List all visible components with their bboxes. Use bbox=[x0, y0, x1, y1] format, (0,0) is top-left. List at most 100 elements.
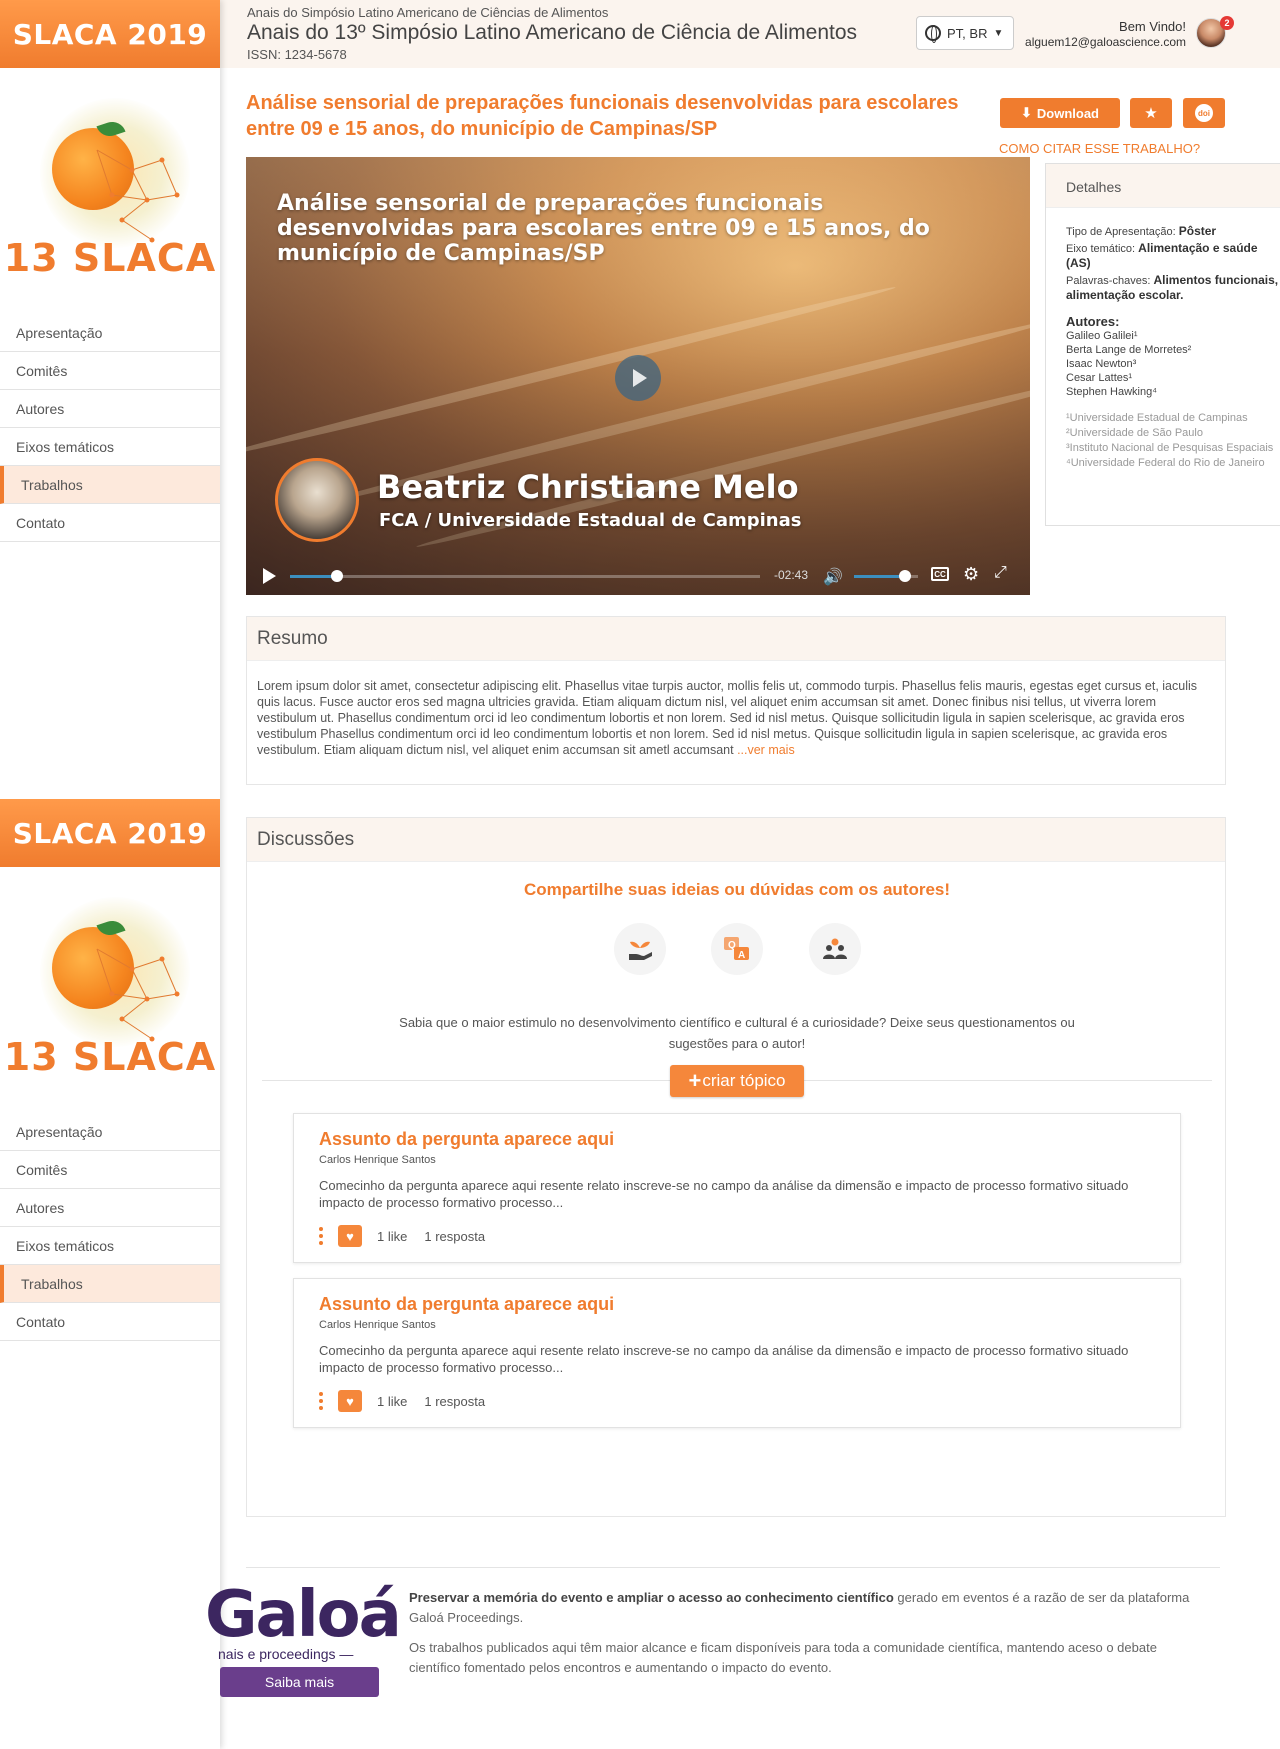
more-options-icon[interactable] bbox=[319, 1227, 323, 1245]
nav-item-comites[interactable]: Comitês bbox=[0, 1151, 220, 1189]
user-welcome: Bem Vindo! alguem12@galoascience.com bbox=[1025, 19, 1186, 49]
create-topic-label: criar tópico bbox=[702, 1071, 786, 1090]
event-logo[interactable]: 13 SLACA bbox=[0, 68, 220, 308]
notification-badge[interactable]: 2 bbox=[1220, 16, 1234, 30]
captions-icon[interactable]: CC bbox=[931, 567, 949, 581]
speaker-name: Beatriz Christiane Melo bbox=[377, 468, 799, 506]
presentation-type: Tipo de Apresentação: Pôster bbox=[1066, 224, 1280, 239]
reply-count[interactable]: 1 resposta bbox=[424, 1394, 485, 1409]
progress-handle[interactable] bbox=[331, 570, 343, 582]
keywords: Palavras-chaves: Alimentos funcionais, a… bbox=[1066, 273, 1280, 303]
logo-text: 13 SLACA bbox=[3, 236, 217, 280]
sidebar-block-repeat: SLACA 2019 13 SLACA Apresentação Comitês… bbox=[0, 799, 220, 1341]
heart-icon[interactable]: ♥ bbox=[338, 1390, 362, 1412]
fullscreen-icon[interactable]: ⤢ bbox=[994, 564, 1007, 582]
topic-card[interactable]: Assunto da pergunta aparece aqui Carlos … bbox=[293, 1278, 1181, 1428]
play-icon[interactable] bbox=[615, 355, 661, 401]
reply-count[interactable]: 1 resposta bbox=[424, 1229, 485, 1244]
volume-handle[interactable] bbox=[899, 570, 912, 582]
author-name[interactable]: Isaac Newton³ bbox=[1066, 357, 1280, 371]
nav-item-eixos[interactable]: Eixos temáticos bbox=[0, 428, 220, 466]
affiliation: ³Instituto Nacional de Pesquisas Espacia… bbox=[1066, 442, 1274, 454]
nav-item-comites[interactable]: Comitês bbox=[0, 352, 220, 390]
nav-item-autores[interactable]: Autores bbox=[0, 390, 220, 428]
sidebar-nav: Apresentação Comitês Autores Eixos temát… bbox=[0, 314, 220, 542]
download-button[interactable]: ⬇ Download bbox=[1000, 98, 1120, 128]
nav-item-apresentacao[interactable]: Apresentação bbox=[0, 314, 220, 352]
favorite-button[interactable]: ★ bbox=[1130, 98, 1172, 128]
topic-title[interactable]: Assunto da pergunta aparece aqui bbox=[319, 1294, 614, 1315]
create-topic-button[interactable]: + criar tópico bbox=[670, 1065, 804, 1097]
footer-bold: Preservar a memória do evento e ampliar … bbox=[409, 1590, 894, 1605]
download-icon: ⬇ bbox=[1020, 105, 1032, 120]
abstract-heading: Resumo bbox=[247, 617, 1225, 661]
nav-item-trabalhos[interactable]: Trabalhos bbox=[0, 1265, 220, 1303]
progress-bar[interactable] bbox=[290, 570, 760, 582]
author-name[interactable]: Berta Lange de Morretes² bbox=[1066, 343, 1280, 357]
qa-icon: QA bbox=[711, 923, 763, 975]
axis-label: Eixo temático: bbox=[1066, 243, 1136, 255]
nav-item-contato[interactable]: Contato bbox=[0, 1303, 220, 1341]
author-name[interactable]: Galileo Galilei¹ bbox=[1066, 329, 1280, 343]
details-body: Tipo de Apresentação: Pôster Eixo temáti… bbox=[1046, 208, 1280, 471]
speaker-photo bbox=[275, 458, 359, 542]
nav-item-apresentacao[interactable]: Apresentação bbox=[0, 1113, 220, 1151]
speaker-affiliation: FCA / Universidade Estadual de Campinas bbox=[379, 510, 802, 531]
footer-text: Preservar a memória do evento e ampliar … bbox=[409, 1588, 1209, 1688]
event-logo[interactable]: 13 SLACA bbox=[0, 867, 220, 1107]
thematic-axis: Eixo temático: Alimentação e saúde (AS) bbox=[1066, 241, 1280, 271]
doi-icon: doi bbox=[1195, 104, 1213, 122]
nav-item-contato[interactable]: Contato bbox=[0, 504, 220, 542]
video-title: Análise sensorial de preparações funcion… bbox=[277, 191, 930, 266]
nav-item-eixos[interactable]: Eixos temáticos bbox=[0, 1227, 220, 1265]
keywords-label: Palavras-chaves: bbox=[1066, 275, 1151, 287]
footer-paragraph: Os trabalhos publicados aqui têm maior a… bbox=[409, 1640, 1157, 1675]
sidebar-nav: Apresentação Comitês Autores Eixos temát… bbox=[0, 1113, 220, 1341]
share-heading: Compartilhe suas ideias ou dúvidas com o… bbox=[523, 880, 951, 899]
galoa-logo[interactable]: Galoá bbox=[205, 1578, 402, 1652]
proceedings-title[interactable]: Anais do 13º Simpósio Latino Americano d… bbox=[247, 21, 857, 45]
event-brand[interactable]: SLACA 2019 bbox=[0, 799, 220, 867]
proceedings-subtitle: Anais do Simpósio Latino Americano de Ci… bbox=[247, 5, 609, 20]
nav-item-autores[interactable]: Autores bbox=[0, 1189, 220, 1227]
more-options-icon[interactable] bbox=[319, 1392, 323, 1410]
top-header: Anais do Simpósio Latino Americano de Ci… bbox=[220, 0, 1280, 68]
volume-slider[interactable] bbox=[854, 570, 918, 582]
network-icon bbox=[96, 948, 180, 1042]
abstract-body: Lorem ipsum dolor sit amet, consectetur … bbox=[257, 679, 1197, 757]
cite-link[interactable]: COMO CITAR ESSE TRABALHO? bbox=[999, 141, 1200, 156]
learn-more-button[interactable]: Saiba mais bbox=[220, 1667, 379, 1697]
network-icon bbox=[96, 149, 180, 243]
globe-icon bbox=[925, 25, 941, 43]
play-icon[interactable] bbox=[263, 568, 276, 584]
star-icon: ★ bbox=[1144, 105, 1158, 122]
presentation-label: Tipo de Apresentação: bbox=[1066, 226, 1176, 238]
people-icon bbox=[809, 923, 861, 975]
issn: ISSN: 1234-5678 bbox=[247, 47, 347, 62]
topic-excerpt: Comecinho da pergunta aparece aqui resen… bbox=[319, 1178, 1129, 1210]
svg-text:A: A bbox=[738, 950, 745, 961]
video-player[interactable]: Análise sensorial de preparações funcion… bbox=[246, 157, 1030, 595]
footer-divider bbox=[246, 1567, 1220, 1568]
time-remaining: -02:43 bbox=[774, 568, 809, 582]
read-more-link[interactable]: ...ver mais bbox=[737, 743, 795, 757]
abstract-text: Lorem ipsum dolor sit amet, consectetur … bbox=[247, 661, 1225, 758]
affiliation: ¹Universidade Estadual de Campinas bbox=[1066, 412, 1248, 424]
volume-icon[interactable]: 🔊 bbox=[823, 567, 843, 587]
topic-title[interactable]: Assunto da pergunta aparece aqui bbox=[319, 1129, 614, 1150]
author-name[interactable]: Cesar Lattes¹ bbox=[1066, 371, 1280, 385]
author-name[interactable]: Stephen Hawking⁴ bbox=[1066, 385, 1280, 399]
plant-hand-icon bbox=[614, 923, 666, 975]
language-value: PT, BR bbox=[947, 25, 988, 41]
nav-item-trabalhos[interactable]: Trabalhos bbox=[0, 466, 220, 504]
language-select[interactable]: PT, BR ▼ bbox=[916, 16, 1014, 50]
event-brand[interactable]: SLACA 2019 bbox=[0, 0, 220, 68]
volume-fill bbox=[854, 575, 906, 578]
welcome-text: Bem Vindo! bbox=[1119, 19, 1186, 34]
heart-icon[interactable]: ♥ bbox=[338, 1225, 362, 1247]
topic-card[interactable]: Assunto da pergunta aparece aqui Carlos … bbox=[293, 1113, 1181, 1263]
doi-button[interactable]: doi bbox=[1183, 98, 1225, 128]
topic-excerpt: Comecinho da pergunta aparece aqui resen… bbox=[319, 1343, 1129, 1375]
user-email: alguem12@galoascience.com bbox=[1025, 35, 1186, 49]
gear-icon[interactable]: ⚙ bbox=[963, 564, 979, 585]
